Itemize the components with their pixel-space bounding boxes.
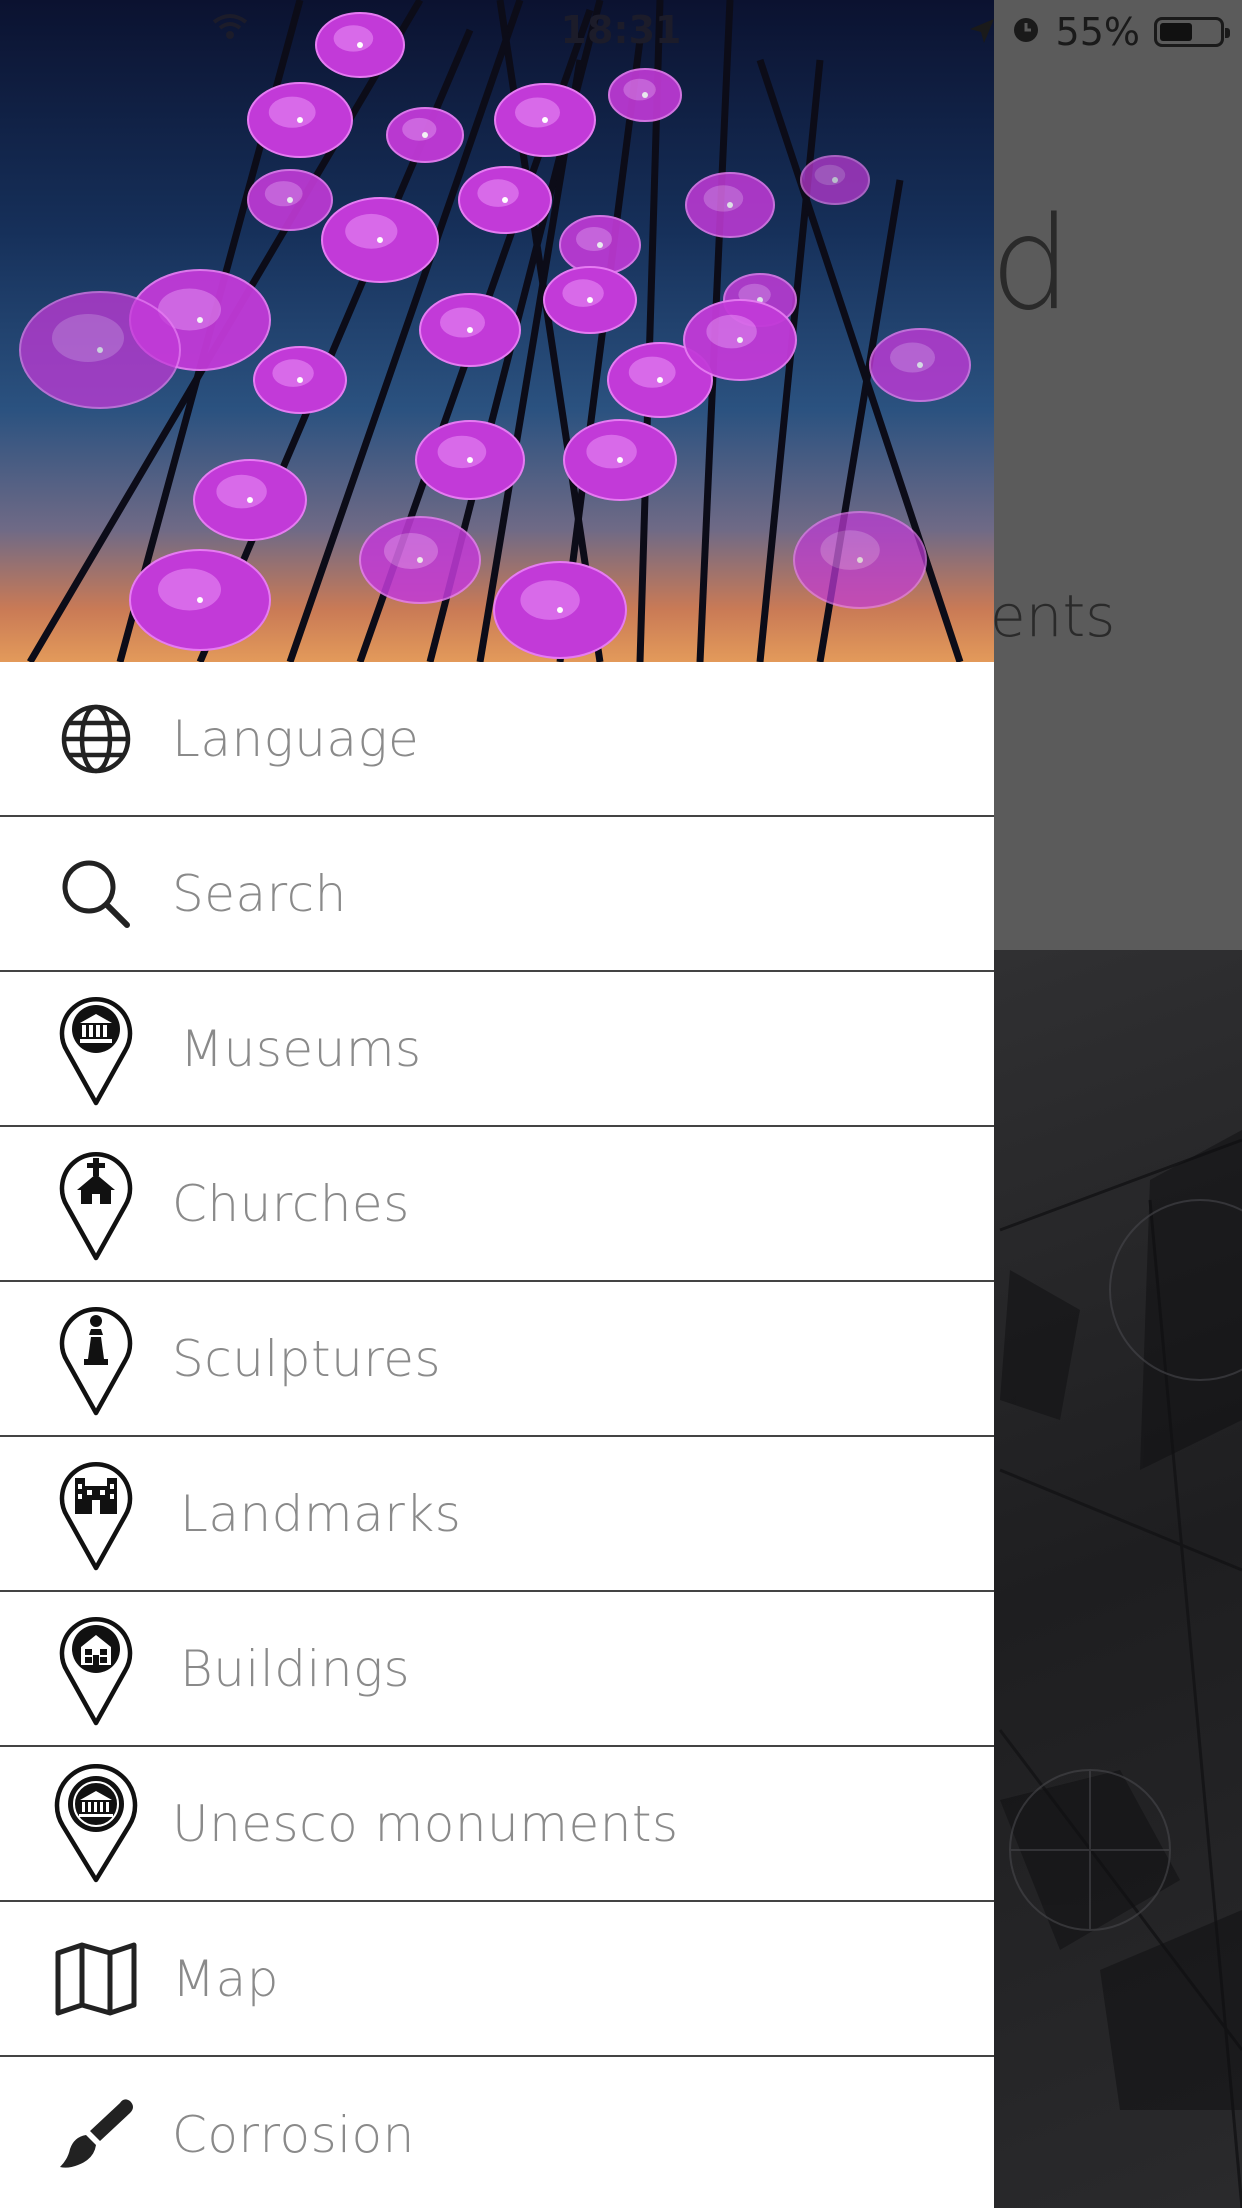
battery-percent: 55%	[1055, 10, 1140, 54]
alarm-icon	[1010, 10, 1042, 54]
umbrellas-sculpture-photo	[19, 0, 971, 662]
menu-item-label: Corrosion	[172, 2105, 415, 2164]
paintbrush-icon	[54, 2075, 138, 2195]
menu-item-language[interactable]: Language	[0, 662, 994, 817]
drawer-header-image	[0, 0, 994, 662]
menu-item-museums[interactable]: Museums	[0, 972, 994, 1127]
building-pin-icon	[54, 1609, 138, 1729]
sculpture-pin-icon	[54, 1299, 138, 1419]
menu-item-label: Buildings	[180, 1639, 411, 1698]
navigation-drawer: Language Search Museums Churches Sculptu…	[0, 0, 994, 2208]
menu-item-sculptures[interactable]: Sculptures	[0, 1282, 994, 1437]
menu-item-label: Language	[172, 709, 420, 768]
menu-item-label: Unesco monuments	[172, 1794, 679, 1853]
menu-item-label: Landmarks	[180, 1484, 462, 1543]
menu-item-label: Museums	[180, 1019, 422, 1078]
menu-item-churches[interactable]: Churches	[0, 1127, 994, 1282]
search-icon	[54, 834, 138, 954]
battery-icon	[1154, 17, 1230, 47]
menu-item-label: Map	[172, 1949, 280, 2008]
menu-item-map[interactable]: Map	[0, 1902, 994, 2057]
globe-icon	[54, 679, 138, 799]
location-arrow-icon	[968, 10, 996, 54]
menu-item-landmarks[interactable]: Landmarks	[0, 1437, 994, 1592]
battery-level	[1160, 23, 1192, 41]
menu-item-label: Search	[172, 864, 347, 923]
status-indicators: 55%	[968, 10, 1230, 54]
landmark-pin-icon	[54, 1454, 138, 1574]
menu-item-search[interactable]: Search	[0, 817, 994, 972]
church-pin-icon	[54, 1144, 138, 1264]
status-bar: 18:31 55%	[0, 0, 1242, 66]
drawer-menu: Language Search Museums Churches Sculptu…	[0, 662, 994, 2208]
map-icon	[54, 1919, 138, 2039]
menu-item-label: Sculptures	[172, 1329, 442, 1388]
unesco-pin-icon	[54, 1763, 138, 1884]
main-text-partial: ents	[990, 582, 1116, 650]
screen: d ents 18:31 55% Language Search Museums…	[0, 0, 1242, 2208]
museum-pin-icon	[54, 989, 138, 1109]
menu-item-label: Churches	[172, 1174, 410, 1233]
main-title-partial: d	[990, 190, 1072, 339]
menu-item-buildings[interactable]: Buildings	[0, 1592, 994, 1747]
menu-item-unesco-monuments[interactable]: Unesco monuments	[0, 1747, 994, 1902]
menu-item-corrosion[interactable]: Corrosion	[0, 2057, 994, 2208]
